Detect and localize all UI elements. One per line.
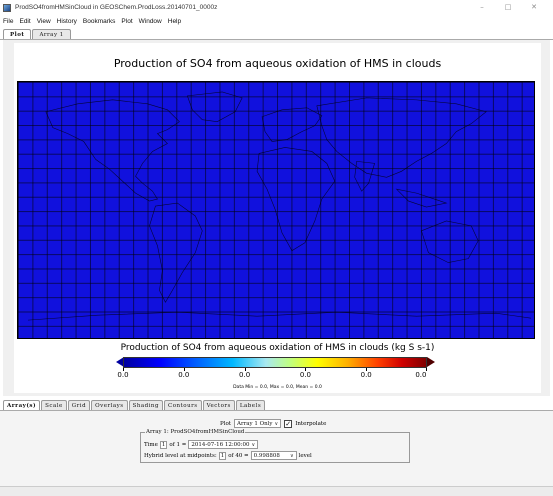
interpolate-label: Interpolate [295,420,327,427]
menu-view[interactable]: View [34,18,54,25]
window-title: ProdSO4fromHMSinCloud in GEOSChem.ProdLo… [15,4,218,11]
maximize-button[interactable]: □ [495,2,521,13]
colorbar [123,357,427,368]
colorbar-label: 0.0 [360,371,372,379]
coastline-antarctica [27,311,532,321]
level-label: Hybrid level at midpoints: [144,452,217,459]
coastline-se-asia [395,188,448,208]
level-value-select[interactable]: 0.998808 ∨ [250,451,297,460]
chevron-down-icon: ∨ [290,452,294,459]
time-index-field[interactable]: 1 [159,440,168,449]
status-bar [0,486,553,496]
array-1-group: Array 1: ProdSO4fromHMSinCloud Time 1 of… [140,429,410,463]
coastline-south-america [149,202,203,303]
coastline-europe [261,107,323,142]
coastline-north-america [45,99,180,202]
plot-panel: Production of SO4 from aqueous oxidation… [3,40,550,396]
chevron-down-icon: ∨ [274,420,279,427]
tab-overlays[interactable]: Overlays [91,400,128,410]
menu-history[interactable]: History [54,18,80,25]
coastline-overlay [27,91,532,321]
coastline-india [354,161,376,192]
world-map [17,81,535,339]
array-1-group-title: Array 1: ProdSO4fromHMSinCloud [145,429,246,435]
menu-bar: File Edit View History Bookmarks Plot Wi… [0,15,553,27]
level-of-label: of 40 = [228,452,249,459]
arrays-panel: Plot Array 1 Only ∨ ✓ Interpolate Array … [0,411,553,486]
tab-scale[interactable]: Scale [41,400,67,410]
coastline-australia [421,220,479,263]
title-bar: ProdSO4fromHMSinCloud in GEOSChem.ProdLo… [0,0,553,15]
data-stats: Data Min = 0.0, Max = 0.0, Mean = 0.0 [233,385,322,390]
tab-shading[interactable]: Shading [128,400,163,410]
colorbar-high-arrow [427,357,435,367]
menu-window[interactable]: Window [136,18,165,25]
coastline-greenland [186,91,243,122]
menu-file[interactable]: File [0,18,16,25]
level-value: 0.998808 [253,452,280,459]
settings-tab-strip: Array(s) Scale Grid Overlays Shading Con… [3,400,266,410]
close-button[interactable]: ✕ [521,2,547,13]
plot-canvas: Production of SO4 from aqueous oxidation… [14,43,541,393]
time-value: 2014-07-16 12:00:00 [191,441,250,448]
tab-labels[interactable]: Labels [235,400,266,410]
colorbar-label: 0.0 [239,371,251,379]
window-controls: – □ ✕ [469,2,547,13]
colorbar-label: 0.0 [415,371,427,379]
plot-mode-label: Plot [220,420,231,427]
plot-mode-row: Plot Array 1 Only ∨ ✓ Interpolate [220,419,326,428]
coastline-asia [316,97,487,178]
time-label: Time [144,441,158,448]
menu-plot[interactable]: Plot [118,18,135,25]
level-index-field[interactable]: 1 [218,451,227,460]
interpolate-checkbox[interactable]: ✓ [284,419,293,428]
plot-title: Production of SO4 from aqueous oxidation… [113,57,442,70]
level-unit-label: level [298,452,312,459]
plot-mode-value: Array 1 Only [236,420,273,427]
level-row: Hybrid level at midpoints: 1 of 40 = 0.9… [144,451,312,460]
colorbar-labels: 0.0 0.0 0.0 0.0 0.0 0.0 [117,371,427,381]
minimize-button[interactable]: – [469,2,495,13]
tab-vectors[interactable]: Vectors [202,400,235,410]
menu-help[interactable]: Help [165,18,184,25]
colorbar-label: 0.0 [299,371,311,379]
tab-arrays[interactable]: Array(s) [3,400,41,410]
colorbar-label: 0.0 [178,371,190,379]
time-value-select[interactable]: 2014-07-16 12:00:00 ∨ [188,440,259,449]
colorbar-label: 0.0 [117,371,129,379]
coastline-africa [256,147,336,252]
colorbar-title: Production of SO4 from aqueous oxidation… [120,343,435,353]
menu-bookmarks[interactable]: Bookmarks [80,18,119,25]
tab-grid[interactable]: Grid [67,400,91,410]
plot-mode-select[interactable]: Array 1 Only ∨ [233,419,282,428]
time-row: Time 1 of 1 = 2014-07-16 12:00:00 ∨ [144,440,259,449]
chevron-down-icon: ∨ [251,441,256,448]
app-icon [3,3,11,12]
time-of-label: of 1 = [169,441,187,448]
menu-edit[interactable]: Edit [16,18,33,25]
tab-contours[interactable]: Contours [164,400,202,410]
